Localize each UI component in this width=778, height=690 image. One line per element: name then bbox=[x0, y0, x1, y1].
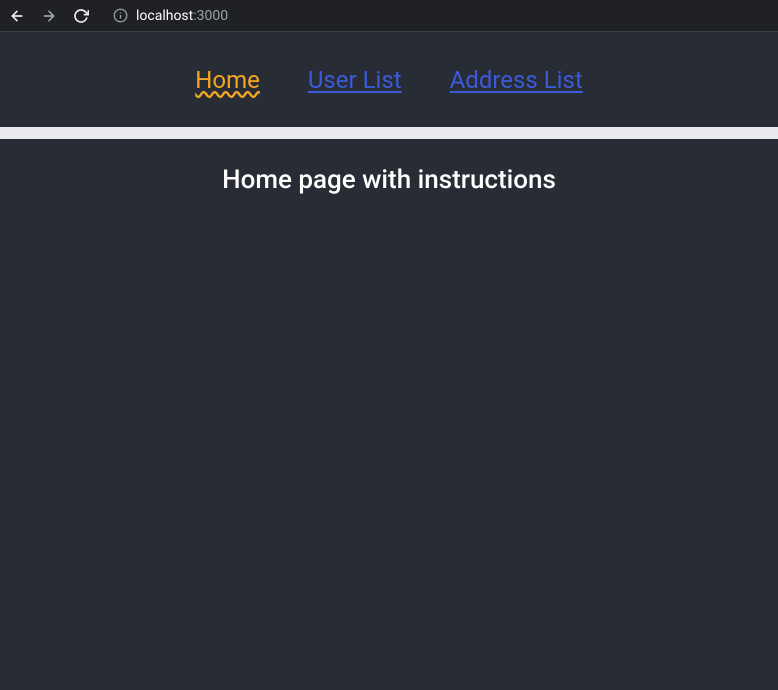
url-text: localhost:3000 bbox=[136, 8, 228, 24]
nav-link-user-list[interactable]: User List bbox=[308, 66, 402, 94]
browser-toolbar: localhost:3000 bbox=[0, 0, 778, 32]
address-bar[interactable]: localhost:3000 bbox=[104, 2, 770, 30]
url-host: localhost bbox=[136, 8, 193, 24]
page-nav: Home User List Address List bbox=[0, 32, 778, 127]
forward-icon[interactable] bbox=[40, 7, 58, 25]
page-title: Home page with instructions bbox=[0, 165, 778, 195]
main-content: Home page with instructions bbox=[0, 139, 778, 690]
back-icon[interactable] bbox=[8, 7, 26, 25]
reload-icon[interactable] bbox=[72, 7, 90, 25]
nav-link-address-list[interactable]: Address List bbox=[450, 66, 583, 94]
nav-link-home[interactable]: Home bbox=[195, 66, 260, 94]
divider bbox=[0, 127, 778, 139]
url-port: :3000 bbox=[193, 8, 228, 24]
info-icon[interactable] bbox=[112, 8, 128, 24]
